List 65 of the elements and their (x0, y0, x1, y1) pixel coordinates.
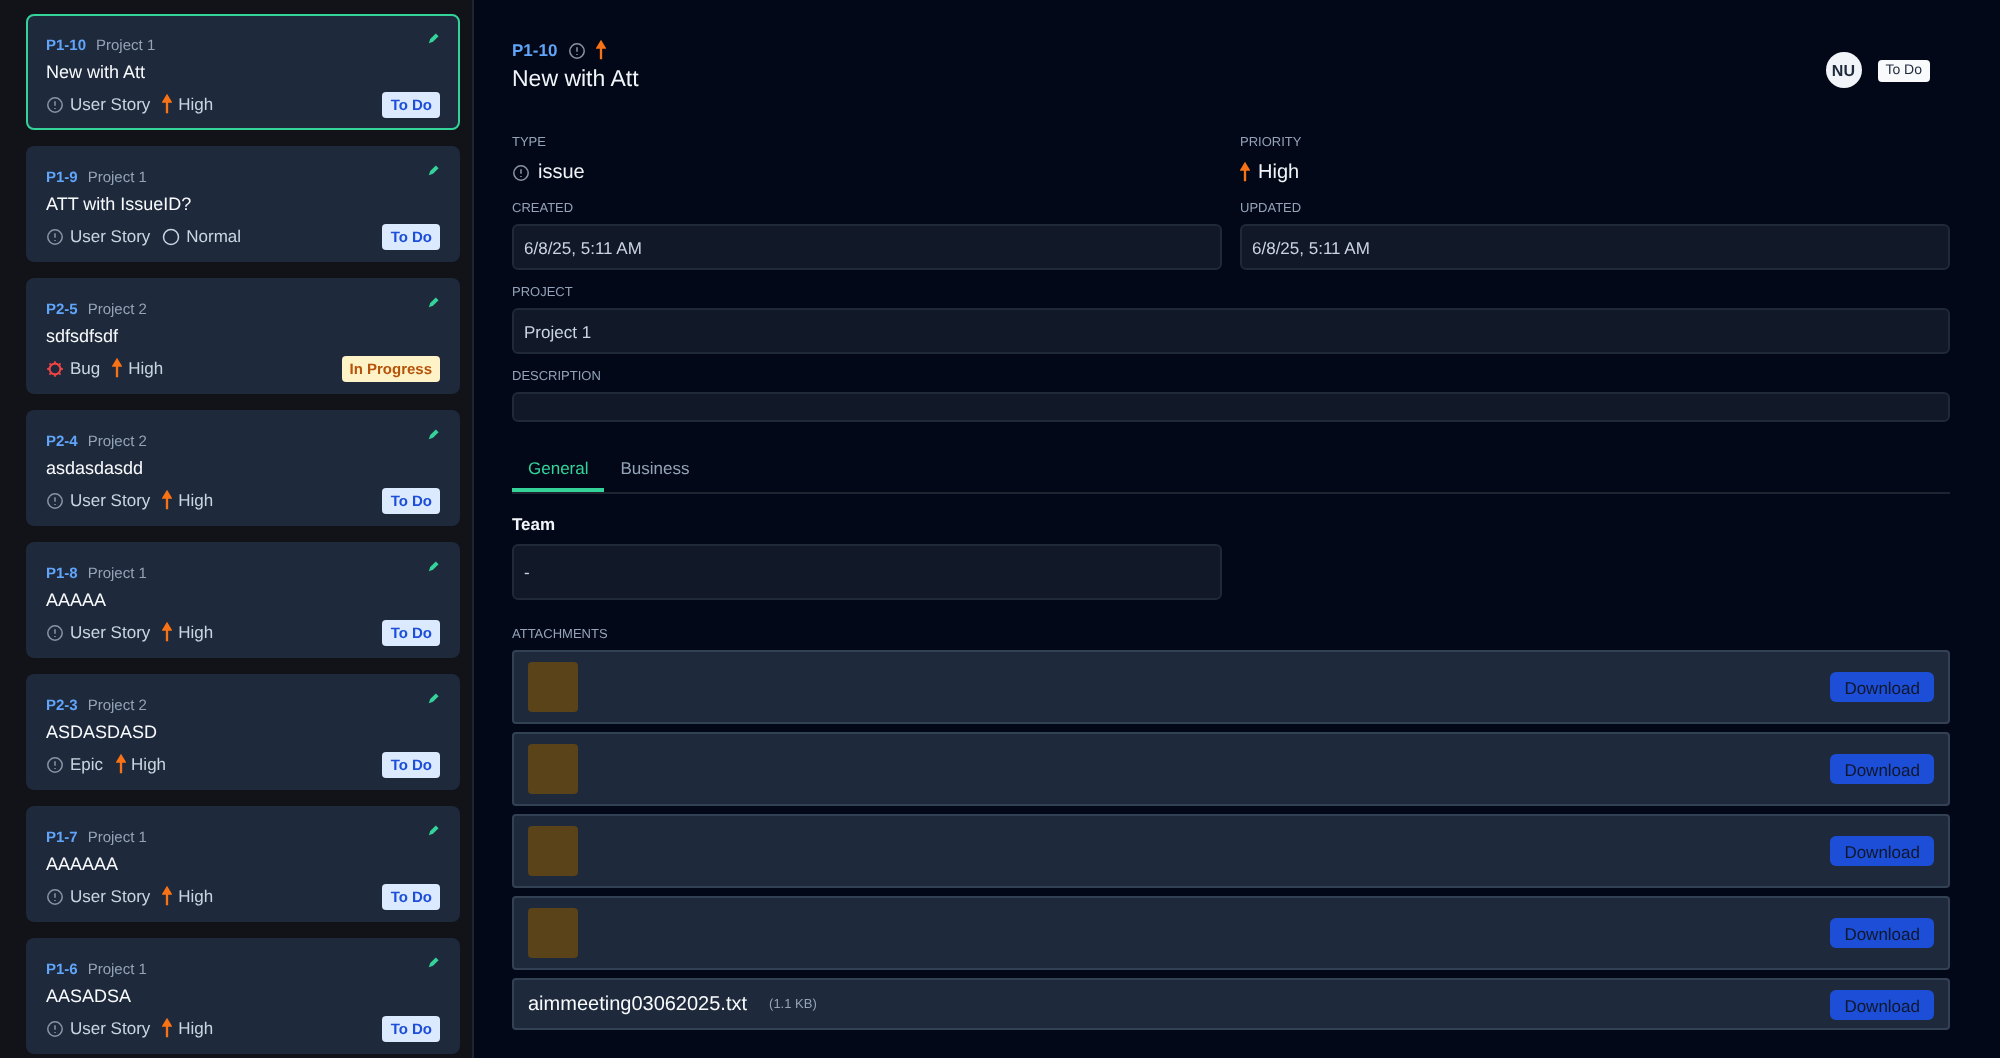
arrow-up-icon (162, 94, 173, 114)
pencil-icon[interactable] (426, 164, 440, 178)
project-field: Project 1 (512, 308, 1950, 354)
issue-priority: High (131, 754, 167, 774)
issue-priority: High (178, 94, 214, 114)
info-circle-icon (512, 163, 530, 181)
info-circle-icon (46, 227, 64, 245)
info-circle-icon (567, 41, 586, 59)
updated-field: 6/8/25, 5:11 AM (1240, 224, 1950, 270)
bug-icon (46, 359, 64, 377)
issue-type: User Story (70, 622, 151, 642)
info-circle-icon (46, 1019, 64, 1037)
tab[interactable]: Business (604, 450, 706, 492)
issue-priority: Normal (186, 226, 242, 246)
issue-priority: High (178, 1018, 214, 1038)
created-field: 6/8/25, 5:11 AM (512, 224, 1222, 270)
issue-title: sdfsdfsdf (46, 326, 121, 346)
issue-type: User Story (70, 1018, 151, 1038)
file-name: aimmeeting03062025.txt (528, 993, 748, 1015)
issue-priority: High (178, 490, 214, 510)
info-circle-icon (46, 623, 64, 641)
tab[interactable]: General (512, 450, 605, 492)
arrow-up-icon (112, 358, 123, 378)
avatar[interactable]: NU (1825, 52, 1862, 88)
issue-type: User Story (70, 226, 151, 246)
issue-type: Epic (70, 754, 104, 774)
issue-title: New with Att (512, 68, 639, 92)
pencil-icon[interactable] (426, 692, 440, 706)
issue-title: ASDASDASD (46, 722, 160, 742)
issue-type: User Story (70, 94, 151, 114)
issue-title: New with Att (46, 62, 148, 82)
issue-type: User Story (70, 886, 151, 906)
priority-value: High (1258, 161, 1300, 183)
issue-title: asdasdasdd (46, 458, 146, 478)
info-circle-icon (46, 95, 64, 113)
pencil-icon[interactable] (426, 956, 440, 970)
issue-title: AAAAAA (46, 854, 121, 874)
issue-key: P1-10 (512, 40, 558, 60)
team-field: - (512, 544, 1222, 600)
issue-title: AASADSA (46, 986, 134, 1006)
issue-type: Bug (70, 358, 101, 378)
pencil-icon[interactable] (426, 32, 440, 46)
type-value: issue (538, 161, 585, 183)
issue-priority: High (178, 622, 214, 642)
arrow-up-icon (162, 622, 173, 642)
circle-icon (162, 227, 181, 245)
issue-priority: High (178, 886, 214, 906)
info-circle-icon (46, 887, 64, 905)
arrow-up-icon (162, 1018, 173, 1038)
pencil-icon[interactable] (426, 428, 440, 442)
pencil-icon[interactable] (426, 296, 440, 310)
arrow-up-icon (162, 886, 173, 906)
issue-title: AAAAA (46, 590, 109, 610)
issue-priority: High (128, 358, 164, 378)
issue-type: User Story (70, 490, 151, 510)
pencil-icon[interactable] (426, 824, 440, 838)
arrow-up-icon (595, 40, 606, 60)
info-circle-icon (46, 755, 64, 773)
issue-title: ATT with IssueID? (46, 194, 194, 214)
arrow-up-icon (115, 754, 126, 774)
arrow-up-icon (162, 490, 173, 510)
field-label: Team (512, 514, 558, 534)
pencil-icon[interactable] (426, 560, 440, 574)
arrow-up-icon (1240, 162, 1250, 182)
info-circle-icon (46, 491, 64, 509)
